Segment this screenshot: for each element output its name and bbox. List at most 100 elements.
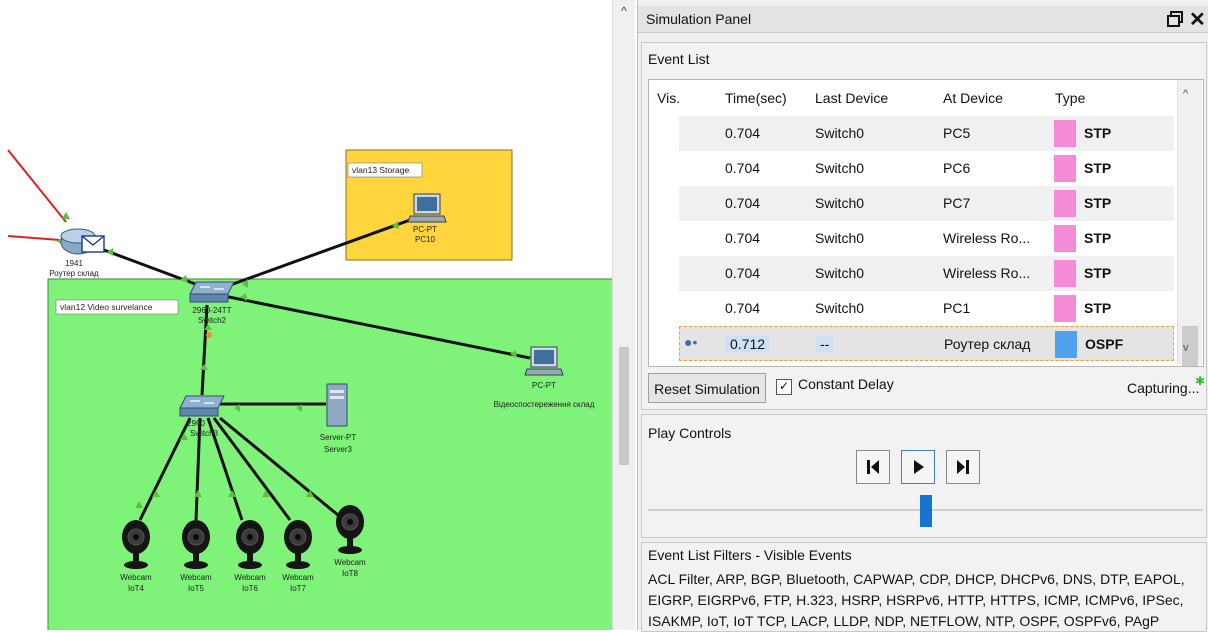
switch3-model: 2960	[187, 419, 205, 428]
pc10-device[interactable]	[407, 193, 447, 223]
event-type-color	[1054, 190, 1076, 217]
event-at-device: PC5	[943, 125, 971, 141]
event-row[interactable]: 0.704 Switch0 PC1 STP	[679, 291, 1174, 326]
event-last-device: Switch0	[815, 125, 865, 141]
column-header-time[interactable]: Time(sec)	[725, 90, 787, 106]
event-row[interactable]: 0.704 Switch0 PC5 STP	[679, 116, 1174, 151]
red-link[interactable]	[7, 149, 67, 223]
event-last-device: Switch0	[815, 300, 865, 316]
event-time: 0.704	[725, 265, 761, 281]
event-time: 0.704	[725, 160, 761, 176]
pc-surveillance-name: Відеоспостереження склад	[494, 400, 595, 409]
webcam-model: Webcam	[282, 573, 314, 582]
event-filters-heading: Event List Filters - Visible Events	[648, 547, 852, 563]
topology-workspace[interactable]: vlan12 Video survelance vlan13 Storage 1…	[0, 0, 612, 630]
topology-canvas: vlan12 Video survelance vlan13 Storage 1…	[7, 149, 612, 630]
event-last-device: --	[816, 336, 834, 352]
event-type: STP	[1084, 230, 1112, 246]
column-header-last-device[interactable]: Last Device	[815, 90, 888, 106]
webcam-name: IoT4	[128, 584, 145, 593]
play-controls-section: Play Controls	[641, 414, 1207, 538]
event-type-color	[1054, 295, 1076, 322]
switch3-name: Switch3	[190, 429, 219, 438]
event-type-color	[1054, 120, 1076, 147]
router-model: 1941	[65, 259, 83, 268]
visible-events-list: ACL Filter, ARP, BGP, Bluetooth, CAPWAP,…	[648, 571, 1185, 629]
scroll-up-icon[interactable]: ^	[1183, 88, 1188, 100]
event-type: STP	[1084, 125, 1112, 141]
float-window-icon[interactable]	[1166, 10, 1184, 28]
event-list-section: Event List Vis. Time(sec) Last Device At…	[641, 42, 1207, 410]
event-filters-section: Event List Filters - Visible Events ACL …	[641, 542, 1207, 632]
play-button[interactable]	[901, 450, 935, 484]
event-row[interactable]: 0.704 Switch0 Wireless Ro... STP	[679, 221, 1174, 256]
event-at-device: Wireless Ro...	[943, 265, 1031, 281]
switch2-device[interactable]	[189, 281, 235, 303]
link-status-dot	[206, 332, 212, 338]
event-type-color	[1055, 331, 1077, 358]
event-type: STP	[1084, 300, 1112, 316]
pc-surveillance-device[interactable]	[524, 346, 564, 376]
panel-title-bar: Simulation Panel ✕	[638, 6, 1208, 33]
event-last-device: Switch0	[815, 265, 865, 281]
router-device[interactable]	[60, 228, 105, 255]
panel-title: Simulation Panel	[646, 11, 752, 27]
webcam-name: IoT7	[290, 584, 307, 593]
column-header-at-device[interactable]: At Device	[943, 90, 1003, 106]
event-row[interactable]: 0.704 Switch0 PC7 STP	[679, 186, 1174, 221]
server3-model: Server-PT	[320, 433, 357, 442]
scroll-down-icon[interactable]: v	[1183, 342, 1189, 354]
event-time: 0.704	[725, 300, 761, 316]
red-link[interactable]	[7, 235, 61, 241]
step-forward-icon	[957, 460, 969, 474]
constant-delay-checkbox[interactable]: ✓	[776, 379, 792, 395]
speed-slider-thumb[interactable]	[919, 495, 932, 527]
event-row[interactable]: ●• 0.712 -- Роутер склад OSPF	[679, 326, 1174, 361]
scroll-up-icon[interactable]: ^	[617, 4, 631, 18]
step-back-button[interactable]	[856, 450, 890, 484]
vlan13-label: vlan13 Storage	[352, 165, 409, 175]
event-at-device: Роутер склад	[944, 336, 1031, 352]
pc-surveillance-model: PC-PT	[532, 381, 556, 390]
pc10-model: PC-PT	[413, 225, 437, 234]
webcam-model: Webcam	[180, 573, 212, 582]
constant-delay-label: Constant Delay	[798, 376, 894, 392]
event-at-device: PC6	[943, 160, 971, 176]
play-icon	[914, 460, 924, 474]
workspace-scrollbar[interactable]: ^	[612, 0, 635, 630]
table-header: Vis. Time(sec) Last Device At Device Typ…	[649, 80, 1179, 116]
pc10-name: PC10	[415, 235, 436, 244]
event-type: STP	[1084, 195, 1112, 211]
event-type-color	[1054, 225, 1076, 252]
event-at-device: PC7	[943, 195, 971, 211]
step-forward-button[interactable]	[946, 450, 980, 484]
capturing-status: Capturing...	[1127, 380, 1200, 396]
switch2-model: 2960-24TT	[192, 306, 231, 315]
event-table[interactable]: Vis. Time(sec) Last Device At Device Typ…	[648, 79, 1204, 367]
event-table-scrollbar[interactable]: ^ v	[1177, 80, 1202, 366]
event-list-heading: Event List	[648, 51, 710, 67]
event-time: 0.712	[726, 336, 770, 352]
column-header-vis[interactable]: Vis.	[657, 90, 680, 106]
switch2-name: Switch2	[198, 316, 227, 325]
webcam-model: Webcam	[334, 558, 366, 567]
webcam-name: IoT8	[342, 569, 359, 578]
close-icon[interactable]: ✕	[1189, 7, 1206, 32]
event-type-color	[1054, 155, 1076, 182]
capturing-icon: ✱	[1195, 374, 1206, 388]
webcam-model: Webcam	[120, 573, 152, 582]
event-time: 0.704	[725, 125, 761, 141]
event-row[interactable]: 0.704 Switch0 Wireless Ro... STP	[679, 256, 1174, 291]
webcam-name: IoT5	[188, 584, 205, 593]
event-time: 0.704	[725, 230, 761, 246]
switch3-device[interactable]	[179, 395, 225, 417]
router-name: Роутер склад	[49, 269, 99, 278]
event-row[interactable]: 0.704 Switch0 PC6 STP	[679, 151, 1174, 186]
server3-device[interactable]	[326, 383, 348, 427]
event-type: OSPF	[1085, 336, 1124, 352]
column-header-type[interactable]: Type	[1055, 90, 1085, 106]
workspace-scroll-thumb[interactable]	[619, 347, 629, 465]
step-back-icon	[867, 460, 879, 474]
event-at-device: Wireless Ro...	[943, 230, 1031, 246]
reset-simulation-button[interactable]: Reset Simulation	[648, 373, 766, 403]
